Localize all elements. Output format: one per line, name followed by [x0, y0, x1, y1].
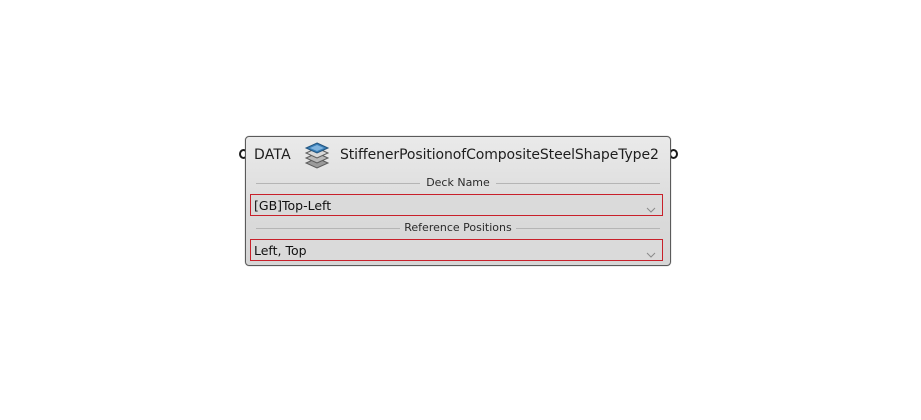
node-title: StiffenerPositionofCompositeSteelShapeTy… — [340, 147, 659, 163]
component-node[interactable]: DATA StiffenerPositionofCompositeSteelSh… — [245, 136, 671, 266]
node-header: DATA StiffenerPositionofCompositeSteelSh… — [246, 137, 670, 175]
chevron-down-icon — [646, 245, 656, 258]
section-label-reference-positions: Reference Positions — [404, 221, 512, 234]
reference-positions-dropdown[interactable]: Left, Top — [250, 239, 663, 261]
section-reference-positions: Reference Positions — [250, 221, 666, 235]
deck-name-dropdown[interactable]: [GB]Top-Left — [250, 194, 663, 216]
category-label: DATA — [254, 147, 291, 163]
layers-stack-icon — [303, 141, 331, 169]
chevron-down-icon — [646, 200, 656, 213]
section-deck-name: Deck Name — [250, 176, 666, 190]
reference-positions-value: Left, Top — [254, 243, 307, 258]
canvas: DATA StiffenerPositionofCompositeSteelSh… — [0, 0, 921, 420]
deck-name-value: [GB]Top-Left — [254, 198, 332, 213]
section-label-deck-name: Deck Name — [426, 176, 490, 189]
